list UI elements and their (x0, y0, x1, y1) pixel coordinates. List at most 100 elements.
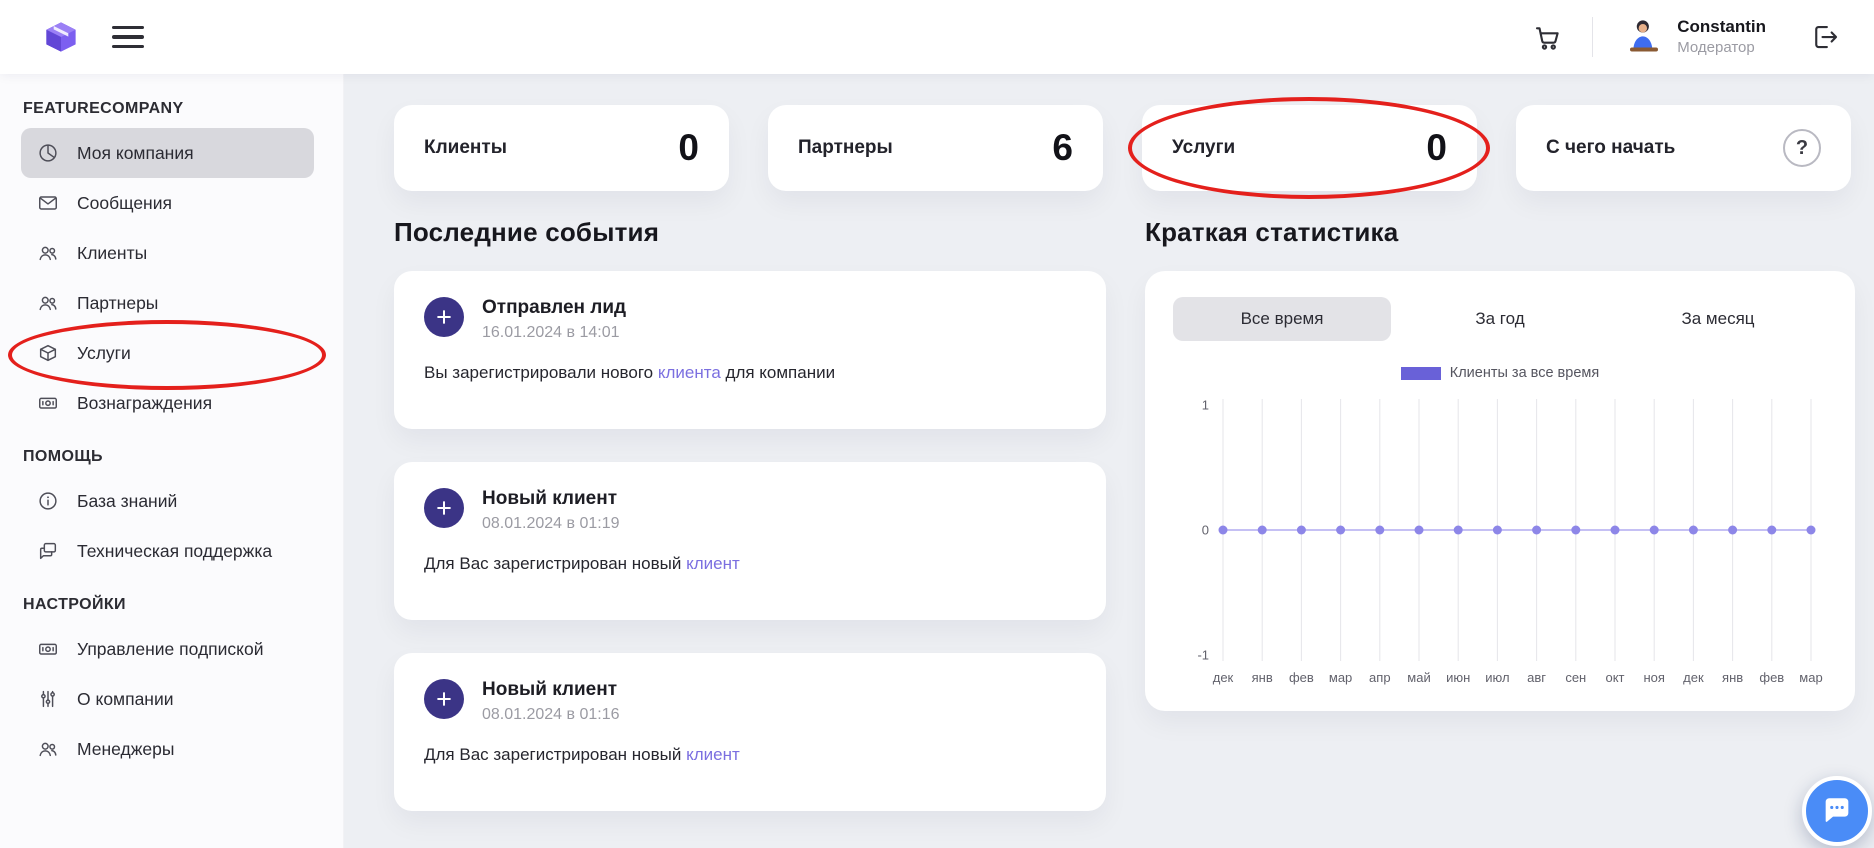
sidebar: FEATURECOMPANY Моя компания Сообщения Кл… (0, 74, 344, 848)
event-card: Отправлен лид 16.01.2024 в 14:01 Вы заре… (394, 271, 1106, 429)
sidebar-item-partners[interactable]: Партнеры (21, 278, 314, 328)
stat-value: 0 (678, 127, 699, 169)
sidebar-section-help: ПОМОЩЬ (21, 448, 314, 466)
subscription-icon (36, 637, 60, 661)
sidebar-item-services[interactable]: Услуги (21, 328, 314, 378)
clients-icon (36, 241, 60, 265)
chart-legend: Клиенты за все время (1173, 365, 1827, 381)
svg-text:мар: мар (1799, 670, 1822, 685)
sidebar-item-clients[interactable]: Клиенты (21, 228, 314, 278)
client-link[interactable]: клиента (658, 363, 721, 382)
event-datetime: 08.01.2024 в 01:19 (482, 515, 620, 533)
svg-text:мар: мар (1329, 670, 1352, 685)
svg-text:ноя: ноя (1643, 670, 1664, 685)
support-chat-icon (36, 539, 60, 563)
svg-text:1: 1 (1202, 398, 1209, 413)
event-datetime: 08.01.2024 в 01:16 (482, 706, 620, 724)
sidebar-item-label: Управление подпиской (77, 639, 264, 660)
mail-icon (36, 191, 60, 215)
stat-card-partners: Партнеры 6 (768, 105, 1103, 191)
stat-value: 0 (1426, 127, 1447, 169)
stat-cards-row: Клиенты 0 Партнеры 6 Услуги 0 С чего нач… (394, 105, 1855, 191)
stat-value: 6 (1052, 127, 1073, 169)
menu-toggle-button[interactable] (106, 20, 150, 55)
managers-icon (36, 737, 60, 761)
logout-button[interactable] (1810, 22, 1840, 52)
sidebar-item-label: База знаний (77, 491, 177, 512)
chat-bubble-icon (1820, 794, 1854, 828)
client-link[interactable]: клиент (686, 554, 740, 573)
avatar[interactable] (1623, 16, 1665, 58)
svg-text:июл: июл (1485, 670, 1509, 685)
sidebar-section-settings: НАСТРОЙКИ (21, 596, 314, 614)
events-section-title: Последние события (394, 217, 1106, 248)
sidebar-item-rewards[interactable]: Вознаграждения (21, 378, 314, 428)
event-title: Новый клиент (482, 488, 620, 510)
sidebar-item-label: Вознаграждения (77, 393, 212, 414)
event-description: Для Вас зарегистрирован новый клиент (424, 745, 1076, 765)
sidebar-item-knowledge-base[interactable]: База знаний (21, 476, 314, 526)
svg-text:дек: дек (1683, 670, 1704, 685)
svg-text:авг: авг (1527, 670, 1546, 685)
company-icon (36, 141, 60, 165)
sidebar-item-tech-support[interactable]: Техническая поддержка (21, 526, 314, 576)
svg-text:июн: июн (1446, 670, 1470, 685)
sidebar-item-label: Клиенты (77, 243, 147, 264)
sidebar-item-label: Партнеры (77, 293, 158, 314)
sidebar-item-label: Сообщения (77, 193, 172, 214)
services-icon (36, 341, 60, 365)
user-role: Модератор (1677, 39, 1766, 58)
client-link[interactable]: клиент (686, 745, 740, 764)
legend-label: Клиенты за все время (1450, 365, 1599, 381)
question-icon[interactable]: ? (1783, 129, 1821, 167)
sidebar-section-company: FEATURECOMPANY (21, 100, 314, 118)
cart-button[interactable] (1532, 22, 1562, 52)
info-icon (36, 489, 60, 513)
plus-icon (424, 488, 464, 528)
legend-swatch (1401, 367, 1441, 380)
svg-text:май: май (1407, 670, 1430, 685)
stat-card-services: Услуги 0 (1142, 105, 1477, 191)
svg-text:фев: фев (1289, 670, 1314, 685)
topbar-divider (1592, 17, 1593, 57)
main-content: Клиенты 0 Партнеры 6 Услуги 0 С чего нач… (344, 74, 1874, 848)
svg-text:фев: фев (1759, 670, 1784, 685)
stat-card-getting-started: С чего начать ? (1516, 105, 1851, 191)
tab-all-time[interactable]: Все время (1173, 297, 1391, 341)
event-text-before: Для Вас зарегистрирован новый (424, 745, 686, 764)
svg-text:0: 0 (1202, 523, 1209, 538)
svg-text:окт: окт (1605, 670, 1624, 685)
sidebar-item-label: Моя компания (77, 143, 194, 164)
event-text-before: Для Вас зарегистрирован новый (424, 554, 686, 573)
stat-card-clients: Клиенты 0 (394, 105, 729, 191)
recent-events-section: Последние события Отправлен лид 16.01.20… (394, 217, 1106, 844)
statistics-section-title: Краткая статистика (1145, 217, 1855, 248)
svg-text:-1: -1 (1197, 648, 1209, 663)
sidebar-item-label: Менеджеры (77, 739, 174, 760)
event-description: Для Вас зарегистрирован новый клиент (424, 554, 1076, 574)
tab-month[interactable]: За месяц (1609, 297, 1827, 341)
topbar: Constantin Модератор (0, 0, 1874, 74)
stat-label: С чего начать (1546, 137, 1675, 159)
event-title: Новый клиент (482, 679, 620, 701)
statistics-chart: 10-1декянвфевмарапрмайиюниюлавгсеноктноя… (1173, 389, 1827, 696)
svg-text:янв: янв (1252, 670, 1273, 685)
sidebar-item-my-company[interactable]: Моя компания (21, 128, 314, 178)
tab-year[interactable]: За год (1391, 297, 1609, 341)
partners-icon (36, 291, 60, 315)
svg-text:сен: сен (1565, 670, 1586, 685)
stat-label: Услуги (1172, 137, 1235, 159)
sidebar-item-managers[interactable]: Менеджеры (21, 724, 314, 774)
sidebar-item-subscription[interactable]: Управление подпиской (21, 624, 314, 674)
sidebar-item-label: О компании (77, 689, 174, 710)
chat-widget-button[interactable] (1802, 776, 1872, 846)
event-title: Отправлен лид (482, 297, 626, 319)
event-text-after: для компании (721, 363, 835, 382)
svg-text:апр: апр (1369, 670, 1391, 685)
event-description: Вы зарегистрировали нового клиента для к… (424, 363, 1076, 383)
sidebar-item-label: Услуги (77, 343, 131, 364)
event-datetime: 16.01.2024 в 14:01 (482, 324, 626, 342)
sidebar-item-about-company[interactable]: О компании (21, 674, 314, 724)
sidebar-item-messages[interactable]: Сообщения (21, 178, 314, 228)
plus-icon (424, 679, 464, 719)
